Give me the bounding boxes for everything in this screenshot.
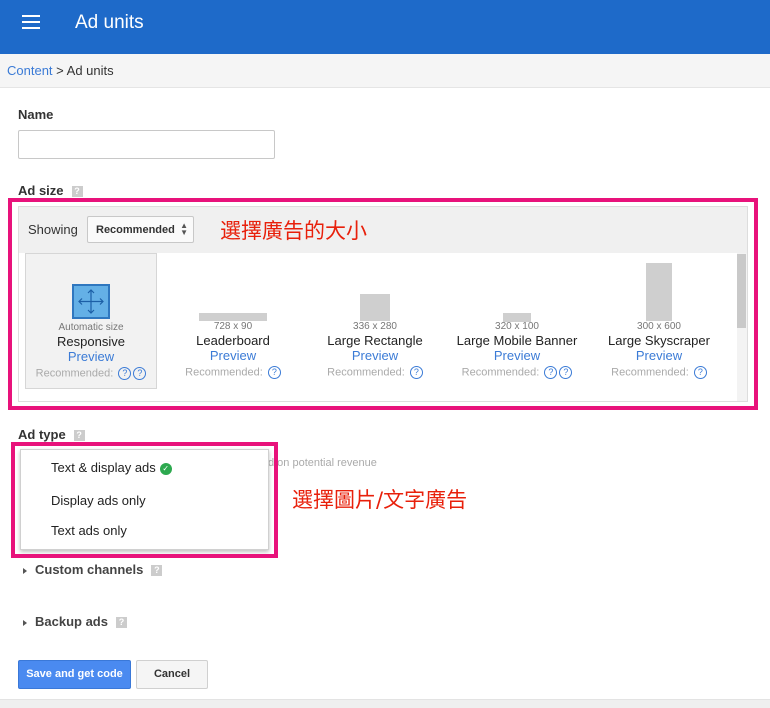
- breadcrumb-current: Ad units: [66, 63, 114, 78]
- backup-ads-label: Backup ads: [35, 614, 108, 629]
- backup-ads-help-icon[interactable]: ?: [115, 617, 127, 629]
- ad-type-highlight-box: [11, 442, 278, 558]
- backup-ads-toggle[interactable]: Backup ads?: [23, 614, 127, 629]
- name-label: Name: [18, 107, 54, 122]
- breadcrumb-bar: Content > Ad units: [0, 54, 770, 88]
- breadcrumb-link-content[interactable]: Content: [7, 63, 53, 78]
- custom-channels-toggle[interactable]: Custom channels?: [23, 562, 163, 577]
- ad-size-label-text: Ad size: [18, 183, 64, 198]
- name-input[interactable]: [18, 130, 275, 159]
- expand-caret-icon: [23, 619, 27, 626]
- hamburger-menu-icon[interactable]: [22, 15, 40, 29]
- ad-type-hint-text: d on potential revenue: [268, 457, 377, 469]
- ad-type-label-text: Ad type: [18, 427, 66, 442]
- custom-channels-help-icon[interactable]: ?: [151, 565, 163, 577]
- ad-size-annotation: 選擇廣告的大小: [220, 219, 367, 243]
- expand-caret-icon: [23, 567, 27, 574]
- page-title: Ad units: [75, 12, 144, 33]
- ad-size-highlight-box: [8, 198, 758, 410]
- breadcrumb: Content > Ad units: [7, 63, 114, 78]
- ad-type-help-icon[interactable]: ?: [73, 430, 85, 442]
- save-and-get-code-button[interactable]: Save and get code: [18, 660, 131, 689]
- cancel-button[interactable]: Cancel: [136, 660, 208, 689]
- breadcrumb-separator: >: [52, 63, 67, 78]
- footer-divider: [0, 699, 770, 708]
- custom-channels-label: Custom channels: [35, 562, 144, 577]
- ad-size-help-icon[interactable]: ?: [71, 186, 83, 198]
- ad-size-label: Ad size?: [18, 183, 83, 198]
- ad-type-annotation: 選擇圖片/文字廣告: [292, 488, 468, 512]
- app-header: Ad units: [0, 0, 770, 54]
- ad-type-label: Ad type?: [18, 427, 85, 442]
